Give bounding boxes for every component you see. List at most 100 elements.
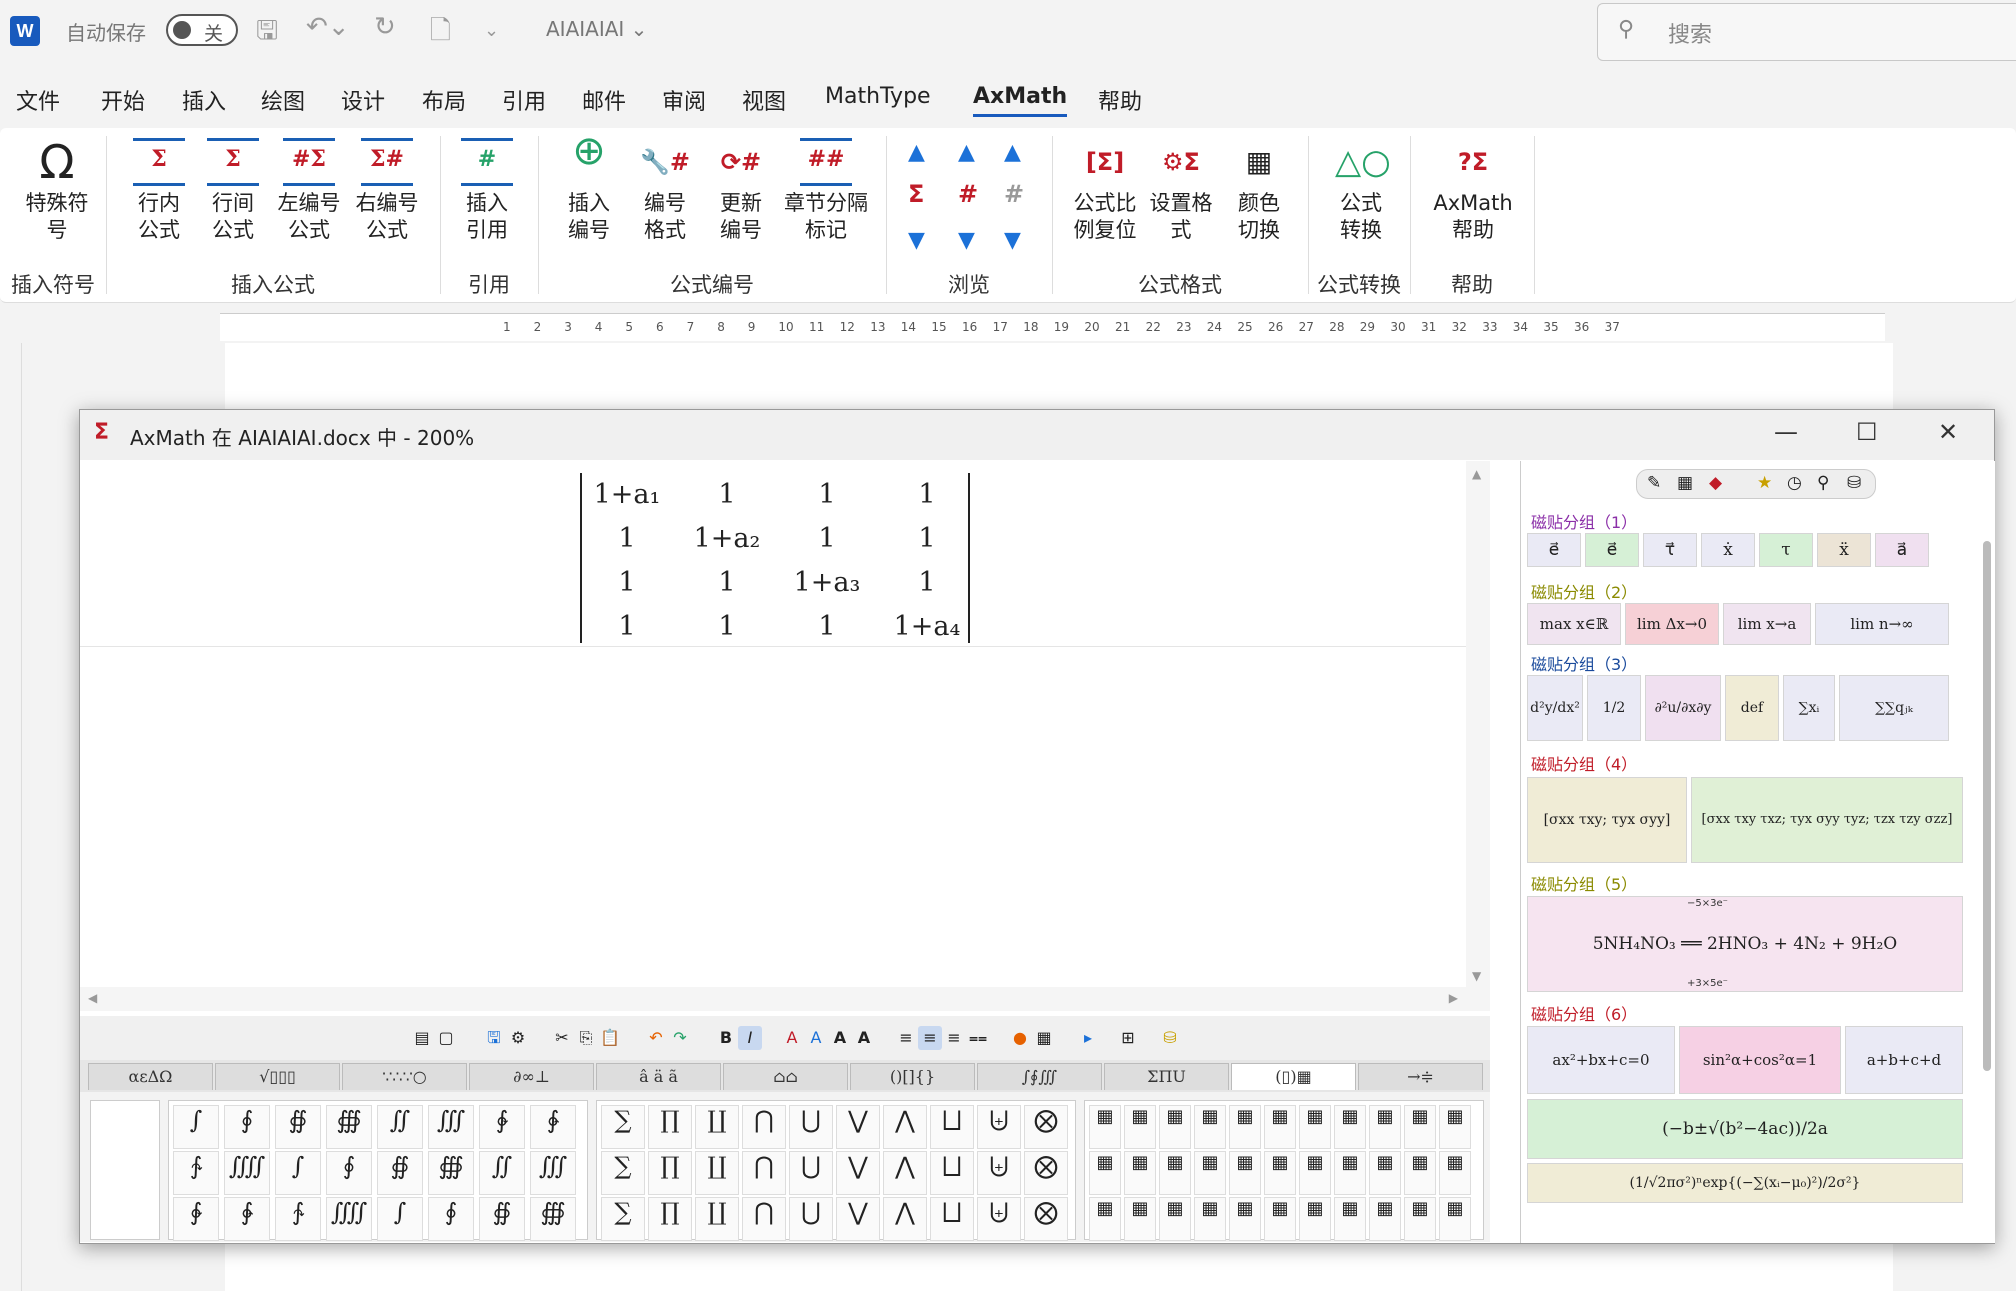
tile-gaussian-formula[interactable]: (1/√2πσ²)ⁿexp{(−∑(xᵢ−μ₀)²)/2σ²} xyxy=(1527,1163,1963,1203)
undo-icon[interactable]: ↶⌄ xyxy=(306,12,350,42)
operator-symbol[interactable]: ⋃ xyxy=(789,1197,833,1241)
operator-symbol[interactable]: ∏ xyxy=(648,1197,692,1241)
menu-help[interactable]: 帮助 xyxy=(1098,84,1142,116)
set-format-button[interactable]: ⚙Σ 设置格式 xyxy=(1146,138,1216,244)
operator-symbol[interactable]: ⋀ xyxy=(883,1105,927,1149)
integral-symbol[interactable]: ∱ xyxy=(173,1151,219,1195)
formula-convert-button[interactable]: △○ 公式转换 xyxy=(1326,138,1396,244)
symbol-tab[interactable]: ∫∮∭ xyxy=(977,1063,1102,1090)
update-number-button[interactable]: ⟳# 更新编号 xyxy=(708,138,774,244)
operator-symbol[interactable]: ⨂ xyxy=(1024,1105,1068,1149)
symbol-tab[interactable]: â ä ã xyxy=(596,1063,721,1090)
symbol-tab[interactable]: ()[]{} xyxy=(850,1063,975,1090)
tile-matrix-3x3[interactable]: [σxx τxy τxz; τyx σyy τyz; τzx τzy σzz] xyxy=(1691,777,1963,863)
redo-icon[interactable]: ↻ xyxy=(374,12,396,42)
integral-symbol[interactable]: ∳ xyxy=(530,1105,576,1149)
new-icon[interactable]: ▤ xyxy=(410,1026,434,1050)
symbol-tab[interactable]: ∂∞⊥ xyxy=(469,1063,594,1090)
matrix-template[interactable]: ▦ xyxy=(1299,1105,1331,1149)
integral-symbol[interactable]: ∲ xyxy=(173,1197,219,1241)
menu-review[interactable]: 审阅 xyxy=(662,84,706,116)
matrix-template[interactable]: ▦ xyxy=(1229,1105,1261,1149)
matrix-template[interactable]: ▦ xyxy=(1159,1151,1191,1195)
tile-symbol[interactable]: a⃗ xyxy=(1875,533,1929,567)
menu-references[interactable]: 引用 xyxy=(502,84,546,116)
operator-symbol[interactable]: ⨄ xyxy=(977,1197,1021,1241)
operator-symbol[interactable]: ⨆ xyxy=(930,1197,974,1241)
matrix-template[interactable]: ▦ xyxy=(1159,1105,1191,1149)
font-size-down-icon[interactable]: A xyxy=(852,1026,876,1050)
redo-icon[interactable]: ↷ xyxy=(668,1026,692,1050)
matrix-template[interactable]: ▦ xyxy=(1404,1151,1436,1195)
edit-tile-icon[interactable]: ✎ xyxy=(1647,473,1661,493)
color-icon[interactable]: ● xyxy=(1008,1026,1032,1050)
matrix-template[interactable]: ▦ xyxy=(1264,1151,1296,1195)
menu-axmath[interactable]: AxMath xyxy=(973,84,1068,117)
matrix-template[interactable]: ▦ xyxy=(1439,1105,1471,1149)
axmath-help-button[interactable]: ?Σ AxMath帮助 xyxy=(1428,138,1518,244)
tile-limit[interactable]: lim n→∞ xyxy=(1815,603,1949,645)
font-size-up-icon[interactable]: A xyxy=(828,1026,852,1050)
editor-horizontal-scrollbar[interactable]: ◀ ▶ xyxy=(80,987,1490,1011)
matrix-template[interactable]: ▦ xyxy=(1369,1197,1401,1241)
operator-symbol[interactable]: ∐ xyxy=(695,1105,739,1149)
integral-symbol[interactable]: ∮ xyxy=(224,1105,270,1149)
prev-reference-icon[interactable]: ▲ xyxy=(1004,140,1021,165)
left-number-formula-button[interactable]: #Σ 左编号公式 xyxy=(274,138,344,244)
tile-quadratic-formula[interactable]: (−b±√(b²−4ac))/2a xyxy=(1527,1099,1963,1159)
star-icon[interactable]: ★ xyxy=(1757,473,1772,493)
symbol-tab[interactable]: ∵∴∵○ xyxy=(342,1063,467,1090)
tile-limit[interactable]: lim x→a xyxy=(1723,603,1811,645)
integral-symbol[interactable]: ∰ xyxy=(326,1105,372,1149)
integral-symbol[interactable]: ∭ xyxy=(530,1151,576,1195)
tile-limit[interactable]: lim Δx→0 xyxy=(1625,603,1719,645)
next-reference-icon[interactable]: ▼ xyxy=(1004,228,1021,253)
operator-symbol[interactable]: ⋁ xyxy=(836,1105,880,1149)
operator-symbol[interactable]: ⋀ xyxy=(883,1197,927,1241)
next-formula-icon[interactable]: ▼ xyxy=(908,228,925,253)
tile-matrix-2x2[interactable]: [σxx τxy; τyx σyy] xyxy=(1527,777,1687,863)
operator-symbol[interactable]: ⋂ xyxy=(742,1105,786,1149)
history-icon[interactable]: ◷ xyxy=(1787,473,1802,493)
maximize-button[interactable]: ☐ xyxy=(1856,418,1878,446)
operator-symbol[interactable]: ⋀ xyxy=(883,1151,927,1195)
matrix-template[interactable]: ▦ xyxy=(1299,1151,1331,1195)
align-eq-icon[interactable]: ⩵ xyxy=(966,1026,990,1050)
cut-icon[interactable]: ✂ xyxy=(550,1026,574,1050)
tile-calculus[interactable]: ∑∑qⱼₖ xyxy=(1839,675,1949,741)
tile-symbol[interactable]: τ xyxy=(1759,533,1813,567)
operator-symbol[interactable]: ⋂ xyxy=(742,1151,786,1195)
eraser-icon[interactable]: ◆ xyxy=(1709,473,1722,493)
formula-editor[interactable]: 1+a₁ 1 1 1 1 1+a₂ 1 1 1 1 1+a₃ 1 1 1 1 1+a₄ ▲ ▼ ◀ ▶ xyxy=(80,461,1490,1011)
menu-insert[interactable]: 插入 xyxy=(182,84,226,116)
paste-icon[interactable]: 📋 xyxy=(598,1026,622,1050)
operator-symbol[interactable]: ⋁ xyxy=(836,1197,880,1241)
symbol-tab[interactable]: →≑ xyxy=(1358,1063,1483,1090)
italic-icon[interactable]: I xyxy=(738,1026,762,1050)
matrix-template[interactable]: ▦ xyxy=(1404,1105,1436,1149)
matrix-template[interactable]: ▦ xyxy=(1194,1105,1226,1149)
menu-home[interactable]: 开始 xyxy=(101,84,145,116)
search-tile-icon[interactable]: ⚲ xyxy=(1817,473,1829,493)
matrix-template[interactable]: ▦ xyxy=(1229,1151,1261,1195)
matrix-template[interactable]: ▦ xyxy=(1229,1197,1261,1241)
close-button[interactable]: ✕ xyxy=(1938,418,1958,446)
integral-symbol[interactable]: ∬ xyxy=(377,1105,423,1149)
matrix-template[interactable]: ▦ xyxy=(1439,1151,1471,1195)
copy-icon[interactable]: ⎘ xyxy=(574,1026,598,1050)
integral-symbol[interactable]: ∲ xyxy=(479,1105,525,1149)
matrix-template[interactable]: ▦ xyxy=(1089,1197,1121,1241)
tile-symbol[interactable]: ẋ xyxy=(1701,533,1755,567)
tile-symbol[interactable]: e⃗ xyxy=(1527,533,1581,567)
new-doc-icon[interactable]: 🗋 xyxy=(430,12,451,56)
menu-mathtype[interactable]: MathType xyxy=(825,84,931,109)
operator-symbol[interactable]: ⨆ xyxy=(930,1151,974,1195)
matrix-template[interactable]: ▦ xyxy=(1159,1197,1191,1241)
integral-symbol[interactable]: ⨌ xyxy=(224,1151,270,1195)
integral-symbol[interactable]: ⨌ xyxy=(326,1197,372,1241)
operator-symbol[interactable]: ⨄ xyxy=(977,1151,1021,1195)
tile-symbol[interactable]: e⃗ xyxy=(1585,533,1639,567)
search-box[interactable]: ⚲ 搜索 xyxy=(1597,3,2016,61)
customize-icon[interactable]: ⌄ xyxy=(484,20,499,41)
menu-file[interactable]: 文件 xyxy=(16,84,60,116)
